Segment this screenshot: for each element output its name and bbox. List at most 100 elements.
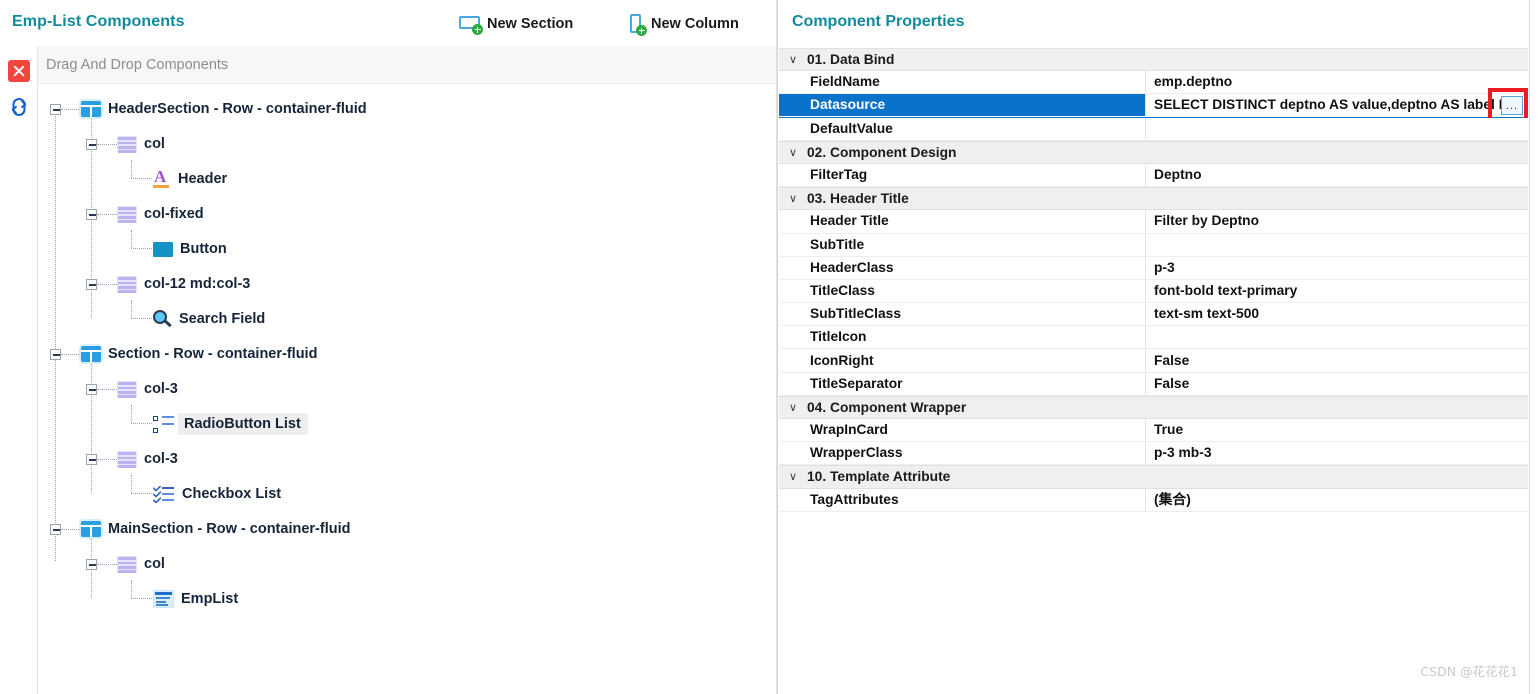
tree-expander-icon[interactable] (50, 103, 61, 115)
chevron-down-icon[interactable]: ∨ (779, 192, 807, 205)
property-name: TitleSeparator (810, 375, 903, 391)
property-value[interactable]: font-bold text-primary (1145, 279, 1528, 303)
property-name: IconRight (810, 352, 874, 368)
tree-item[interactable]: RadioButton List (131, 405, 308, 439)
left-header-bar: Emp-List Components New Section New Colu… (0, 0, 777, 46)
tree-item[interactable]: col (86, 549, 165, 579)
property-value[interactable]: SELECT DISTINCT deptno AS value,deptno A… (1145, 94, 1528, 117)
property-row[interactable]: Datasource SELECT DISTINCT deptno AS valu… (779, 88, 1528, 125)
tree-expander-icon[interactable] (86, 138, 97, 150)
refresh-icon[interactable] (8, 96, 30, 118)
tree-item[interactable]: A Header (131, 160, 227, 194)
property-row[interactable]: SubTitleClass text-sm text-500 (779, 303, 1528, 327)
property-value[interactable] (1145, 233, 1528, 256)
property-value[interactable]: text-sm text-500 (1145, 303, 1528, 326)
tree-item[interactable]: col (86, 129, 165, 159)
component-tree[interactable]: HeaderSection - Row - container-fluid col… (38, 84, 777, 694)
properties-scrollbar[interactable] (1529, 0, 1540, 694)
property-category-row[interactable]: ∨ 04. Component Wrapper (779, 395, 1528, 419)
property-category-row[interactable]: ∨ 10. Template Attribute (779, 465, 1528, 489)
tree-expander-icon[interactable] (50, 348, 61, 360)
property-row[interactable]: FilterTag Deptno (779, 163, 1528, 188)
property-row[interactable]: IconRight False (779, 349, 1528, 373)
tree-connector (97, 283, 117, 285)
property-row[interactable]: WrapInCard True (779, 419, 1528, 443)
tree-item[interactable]: col-3 (86, 374, 178, 404)
property-name: WrapInCard (810, 422, 888, 438)
properties-grid[interactable]: ∨ 01. Data Bind FieldName emp.deptno Datasou… (779, 48, 1528, 512)
property-category-label: 04. Component Wrapper (807, 399, 967, 415)
property-value[interactable] (1145, 117, 1528, 140)
column-icon (117, 450, 137, 468)
tree-item[interactable]: col-12 md:col-3 (86, 269, 250, 299)
tree-item-label: Section - Row - container-fluid (108, 346, 318, 362)
property-category-row[interactable]: ∨ 03. Header Title (779, 187, 1528, 211)
new-column-icon (629, 14, 647, 36)
column-icon (117, 380, 137, 398)
new-section-button[interactable]: New Section (459, 11, 573, 37)
tree-item-label: col (144, 136, 165, 152)
property-value-text: text-sm text-500 (1154, 306, 1260, 322)
tree-item[interactable]: HeaderSection - Row - container-fluid (50, 94, 367, 124)
chevron-down-icon[interactable]: ∨ (779, 401, 807, 414)
property-category-row[interactable]: ∨ 02. Component Design (779, 140, 1528, 164)
property-name: HeaderClass (810, 259, 894, 275)
property-value[interactable]: p-3 mb-3 (1145, 442, 1528, 465)
property-row[interactable]: HeaderClass p-3 (779, 256, 1528, 280)
row-icon (81, 346, 101, 362)
property-value[interactable]: False (1145, 372, 1528, 395)
close-icon[interactable] (8, 60, 30, 82)
tree-item[interactable]: Search Field (131, 300, 265, 334)
tree-item[interactable]: MainSection - Row - container-fluid (50, 514, 350, 544)
property-row[interactable]: TitleClass font-bold text-primary (779, 279, 1528, 304)
property-row[interactable]: DefaultValue (779, 117, 1528, 141)
tree-expander-icon[interactable] (86, 558, 97, 570)
tree-item[interactable]: EmpList (131, 580, 238, 614)
property-value[interactable]: False (1145, 349, 1528, 372)
property-value[interactable]: emp.deptno (1145, 71, 1528, 94)
property-row[interactable]: TitleSeparator False (779, 372, 1528, 396)
property-value-text: p-3 (1154, 259, 1175, 275)
property-row[interactable]: TitleIcon (779, 326, 1528, 350)
property-value[interactable]: p-3 (1145, 256, 1528, 279)
tree-item[interactable]: col-fixed (86, 199, 204, 229)
tree-connector (97, 213, 117, 215)
button-icon (153, 241, 173, 257)
property-row[interactable]: Header Title Filter by Deptno (779, 210, 1528, 234)
property-category-row[interactable]: ∨ 01. Data Bind (779, 48, 1528, 72)
chevron-down-icon[interactable]: ∨ (779, 470, 807, 483)
property-row[interactable]: WrapperClass p-3 mb-3 (779, 442, 1528, 466)
property-row[interactable]: TagAttributes (集合) (779, 488, 1528, 512)
checklist-icon (153, 485, 175, 503)
tree-expander-icon[interactable] (86, 208, 97, 220)
property-value[interactable] (1145, 326, 1528, 349)
property-name: TitleIcon (810, 329, 867, 345)
open-editor-ellipsis-button[interactable]: ... (1501, 96, 1523, 116)
property-value[interactable]: Deptno (1145, 163, 1528, 187)
property-value[interactable]: (集合) (1145, 488, 1528, 511)
tree-item[interactable]: col-3 (86, 444, 178, 474)
tree-item-label: MainSection - Row - container-fluid (108, 521, 351, 537)
tree-item-label: col-12 md:col-3 (144, 276, 251, 292)
tree-expander-icon[interactable] (86, 383, 97, 395)
tree-item[interactable]: Button (131, 230, 227, 264)
property-value[interactable]: True (1145, 419, 1528, 442)
property-value[interactable]: Filter by Deptno (1145, 210, 1528, 233)
chevron-down-icon[interactable]: ∨ (779, 53, 807, 66)
property-row[interactable]: SubTitle (779, 233, 1528, 257)
property-value-text: font-bold text-primary (1154, 282, 1298, 298)
tree-item[interactable]: Section - Row - container-fluid (50, 339, 317, 369)
property-value-text: emp.deptno (1154, 74, 1233, 90)
property-value-text: True (1154, 422, 1184, 438)
tree-connector (97, 388, 117, 390)
column-icon (117, 205, 137, 223)
tree-expander-icon[interactable] (50, 523, 61, 535)
property-category-label: 02. Component Design (807, 144, 957, 160)
new-column-button[interactable]: New Column (629, 11, 739, 37)
property-row[interactable]: FieldName emp.deptno (779, 71, 1528, 95)
tree-item-label: Checkbox List (182, 486, 282, 502)
tree-item[interactable]: Checkbox List (131, 475, 282, 509)
tree-expander-icon[interactable] (86, 278, 97, 290)
tree-expander-icon[interactable] (86, 453, 97, 465)
chevron-down-icon[interactable]: ∨ (779, 146, 807, 159)
